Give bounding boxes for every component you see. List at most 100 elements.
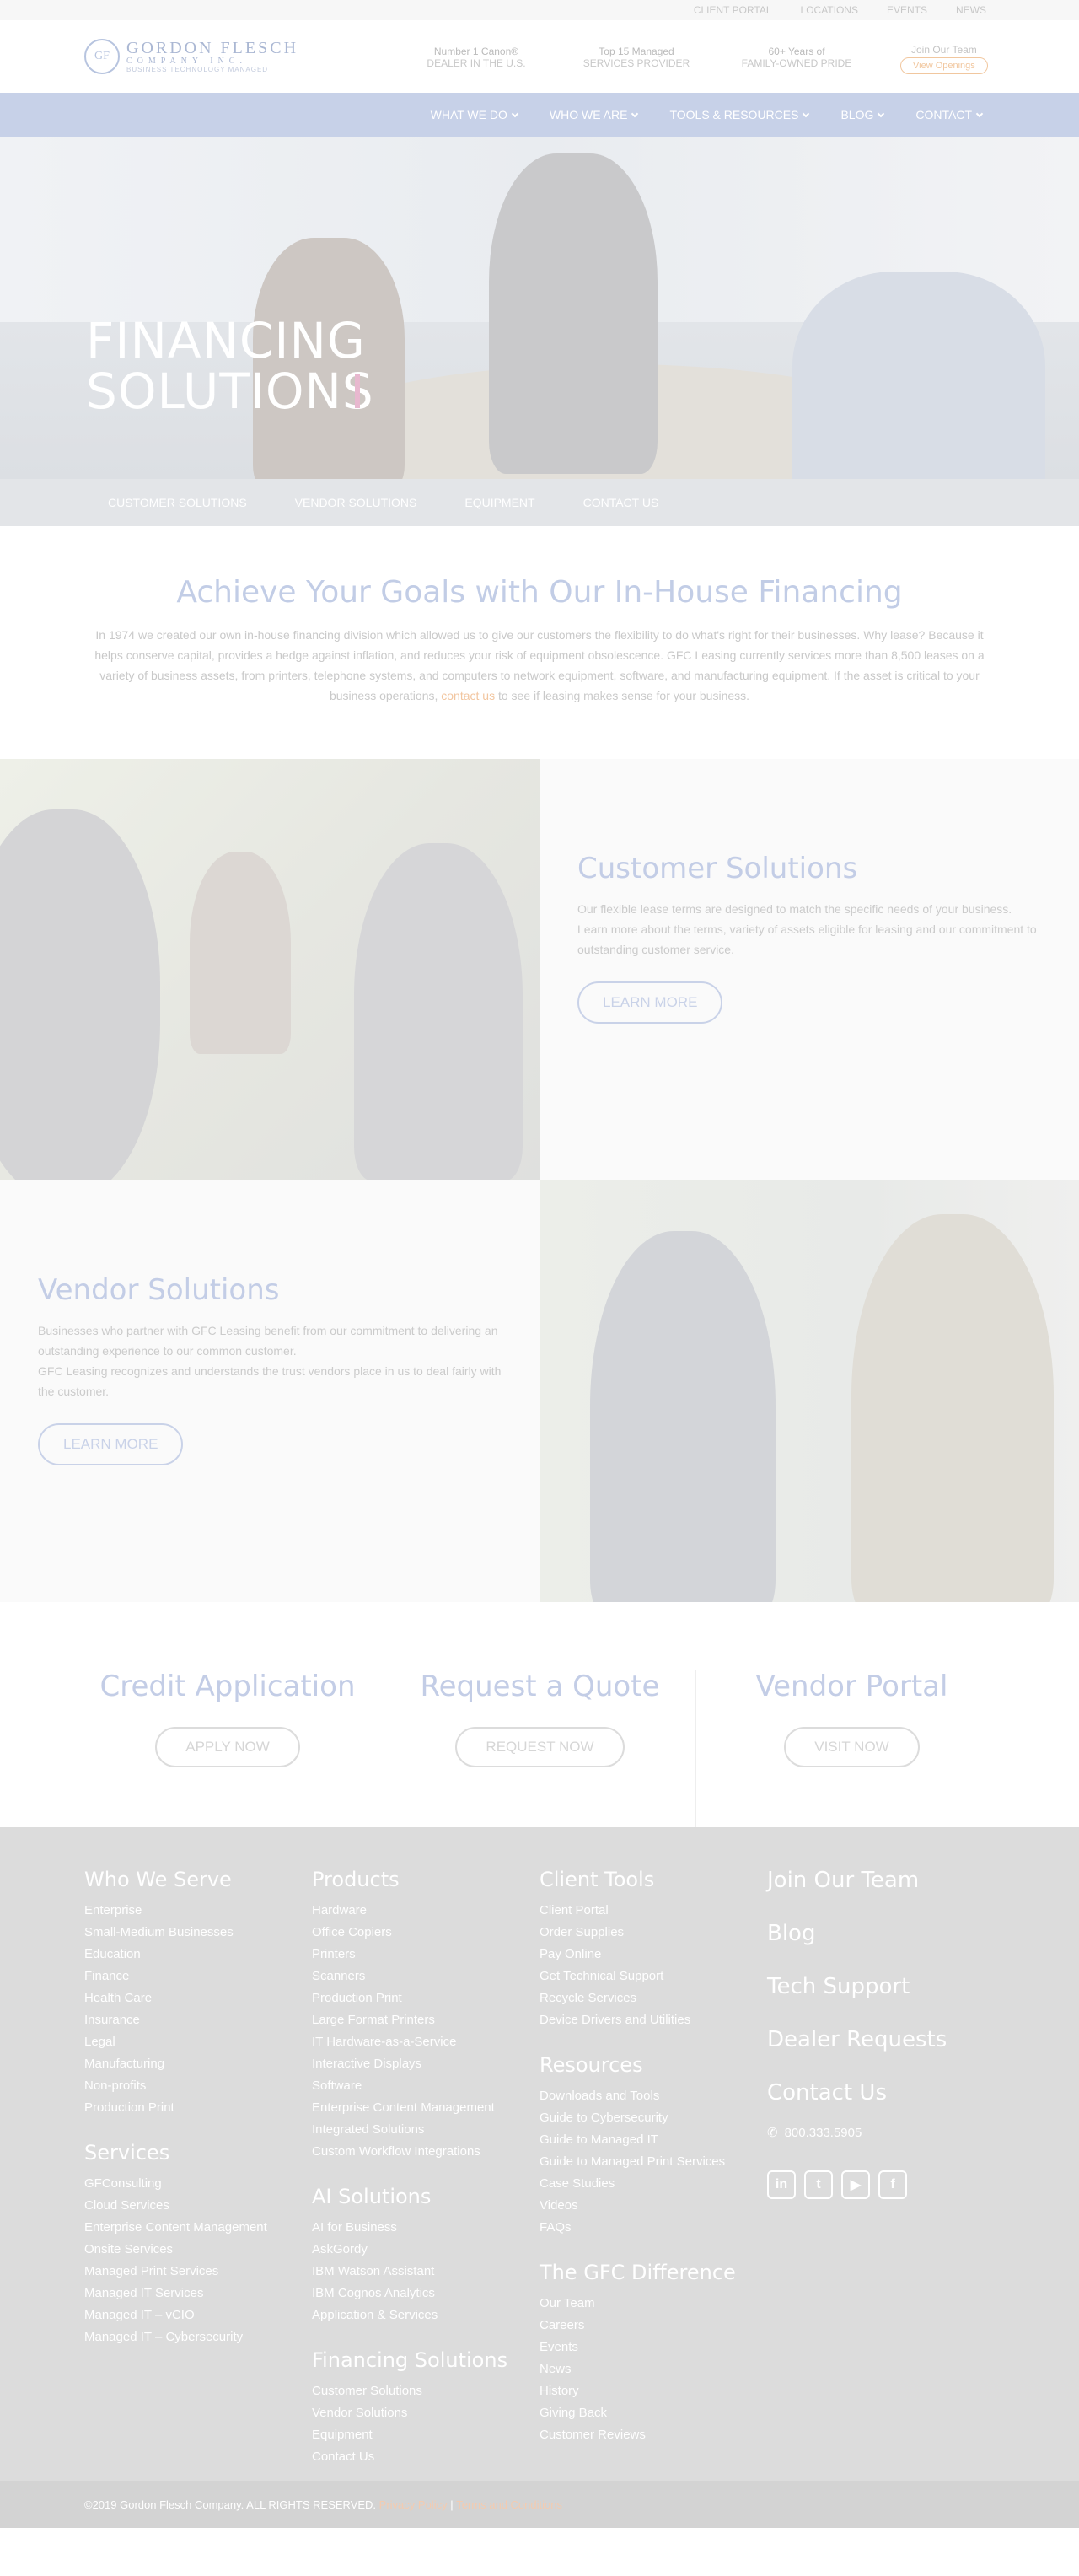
customer-learn-more-button[interactable]: LEARN MORE bbox=[577, 981, 723, 1024]
nav-label: WHO WE ARE bbox=[549, 108, 628, 121]
footer-link[interactable]: AskGordy bbox=[312, 2239, 527, 2261]
footer-join-our-team-link[interactable]: Join Our Team bbox=[767, 1868, 995, 1893]
footer-link[interactable]: GFConsulting bbox=[84, 2173, 299, 2195]
apply-now-button[interactable]: APPLY NOW bbox=[155, 1727, 300, 1767]
site-logo[interactable]: GF GORDON FLESCH COMPANY INC. BUSINESS T… bbox=[84, 39, 298, 74]
footer-link[interactable]: FAQs bbox=[540, 2217, 754, 2239]
footer-link[interactable]: Events bbox=[540, 2337, 754, 2358]
footer-link[interactable]: AI for Business bbox=[312, 2217, 527, 2239]
footer-link[interactable]: Onsite Services bbox=[84, 2239, 299, 2261]
footer-link[interactable]: Contact Us bbox=[312, 2446, 527, 2468]
footer-link[interactable]: Managed IT Services bbox=[84, 2283, 299, 2304]
footer-link[interactable]: Hardware bbox=[312, 1900, 527, 1922]
footer-link[interactable]: History bbox=[540, 2380, 754, 2402]
subnav-equipment[interactable]: EQUIPMENT bbox=[464, 496, 534, 509]
utility-link-events[interactable]: EVENTS bbox=[887, 4, 927, 16]
footer-link[interactable]: Guide to Managed Print Services bbox=[540, 2151, 754, 2173]
footer-link[interactable]: Downloads and Tools bbox=[540, 2085, 754, 2107]
linkedin-icon[interactable]: in bbox=[767, 2170, 796, 2199]
nav-blog[interactable]: BLOG bbox=[840, 108, 885, 121]
subnav-vendor-solutions[interactable]: VENDOR SOLUTIONS bbox=[295, 496, 417, 509]
intro-text-end: to see if leasing makes sense for your b… bbox=[497, 689, 750, 702]
youtube-icon[interactable]: ▶ bbox=[841, 2170, 870, 2199]
footer-link[interactable]: Software bbox=[312, 2075, 527, 2097]
footer-link[interactable]: Pay Online bbox=[540, 1944, 754, 1966]
vendor-learn-more-button[interactable]: LEARN MORE bbox=[38, 1423, 184, 1465]
footer-link[interactable]: Legal bbox=[84, 2031, 299, 2053]
footer-link[interactable]: Enterprise Content Management bbox=[312, 2097, 527, 2119]
footer-link[interactable]: Case Studies bbox=[540, 2173, 754, 2195]
nav-what-we-do[interactable]: WHAT WE DO bbox=[431, 108, 519, 121]
footer-link[interactable]: Cloud Services bbox=[84, 2195, 299, 2217]
footer-link[interactable]: Managed IT – vCIO bbox=[84, 2304, 299, 2326]
hero-person-man-standing bbox=[489, 153, 658, 474]
footer-link[interactable]: Client Portal bbox=[540, 1900, 754, 1922]
twitter-icon[interactable]: t bbox=[804, 2170, 833, 2199]
footer-phone[interactable]: ✆ 800.333.5905 bbox=[767, 2125, 995, 2141]
utility-link-client-portal[interactable]: CLIENT PORTAL bbox=[694, 4, 772, 16]
footer-link[interactable]: Integrated Solutions bbox=[312, 2119, 527, 2141]
footer-link[interactable]: Equipment bbox=[312, 2424, 527, 2446]
footer-link[interactable]: Get Technical Support bbox=[540, 1966, 754, 1987]
footer-link[interactable]: Finance bbox=[84, 1966, 299, 1987]
footer-link[interactable]: Our Team bbox=[540, 2293, 754, 2315]
contact-us-link[interactable]: contact us bbox=[441, 689, 495, 702]
terms-link[interactable]: Terms and Conditions bbox=[456, 2498, 562, 2511]
footer-link[interactable]: Vendor Solutions bbox=[312, 2402, 527, 2424]
utility-link-locations[interactable]: LOCATIONS bbox=[801, 4, 858, 16]
footer-link[interactable]: Enterprise bbox=[84, 1900, 299, 1922]
privacy-policy-link[interactable]: Privacy Policy bbox=[379, 2498, 448, 2511]
nav-who-we-are[interactable]: WHO WE ARE bbox=[549, 108, 639, 121]
hero-banner: FINANCING SOLUTIONS bbox=[0, 137, 1079, 479]
footer-link[interactable]: Videos bbox=[540, 2195, 754, 2217]
footer-link[interactable]: Customer Solutions bbox=[312, 2380, 527, 2402]
footer-link[interactable]: Education bbox=[84, 1944, 299, 1966]
footer-link[interactable]: Device Drivers and Utilities bbox=[540, 2009, 754, 2031]
footer-link[interactable]: Managed Print Services bbox=[84, 2261, 299, 2283]
footer-link[interactable]: Order Supplies bbox=[540, 1922, 754, 1944]
footer-link[interactable]: Application & Services bbox=[312, 2304, 527, 2326]
footer-link[interactable]: Custom Workflow Integrations bbox=[312, 2141, 527, 2163]
subnav-contact-us[interactable]: CONTACT US bbox=[583, 496, 659, 509]
footer-link[interactable]: Production Print bbox=[84, 2097, 299, 2119]
footer-link[interactable]: Health Care bbox=[84, 1987, 299, 2009]
footer-link[interactable]: Interactive Displays bbox=[312, 2053, 527, 2075]
footer-link[interactable]: Office Copiers bbox=[312, 1922, 527, 1944]
footer-link[interactable]: Giving Back bbox=[540, 2402, 754, 2424]
customer-solutions-image bbox=[0, 759, 540, 1180]
request-now-button[interactable]: REQUEST NOW bbox=[455, 1727, 625, 1767]
footer-link[interactable]: Scanners bbox=[312, 1966, 527, 1987]
visit-now-button[interactable]: VISIT NOW bbox=[784, 1727, 920, 1767]
nav-contact[interactable]: CONTACT bbox=[915, 108, 984, 121]
footer-heading-who-we-serve: Who We Serve bbox=[84, 1868, 232, 1891]
facebook-icon[interactable]: f bbox=[878, 2170, 907, 2199]
footer-dealer-requests-link[interactable]: Dealer Requests bbox=[767, 2027, 995, 2052]
footer-blog-link[interactable]: Blog bbox=[767, 1921, 995, 1946]
footer-link[interactable]: News bbox=[540, 2358, 754, 2380]
footer-link[interactable]: Guide to Cybersecurity bbox=[540, 2107, 754, 2129]
subnav-customer-solutions[interactable]: CUSTOMER SOLUTIONS bbox=[108, 496, 247, 509]
footer-link[interactable]: Non-profits bbox=[84, 2075, 299, 2097]
footer-link[interactable]: Guide to Managed IT bbox=[540, 2129, 754, 2151]
footer-contact-us-link[interactable]: Contact Us bbox=[767, 2080, 995, 2105]
hero-title: FINANCING SOLUTIONS bbox=[86, 315, 374, 417]
footer-link[interactable]: IT Hardware-as-a-Service bbox=[312, 2031, 527, 2053]
view-openings-button[interactable]: View Openings bbox=[900, 57, 988, 74]
utility-link-news[interactable]: NEWS bbox=[956, 4, 986, 16]
nav-tools-resources[interactable]: TOOLS & RESOURCES bbox=[669, 108, 810, 121]
footer-link[interactable]: Production Print bbox=[312, 1987, 527, 2009]
footer-tech-support-link[interactable]: Tech Support bbox=[767, 1974, 995, 1999]
footer-link[interactable]: Small-Medium Businesses bbox=[84, 1922, 299, 1944]
footer-link[interactable]: Large Format Printers bbox=[312, 2009, 527, 2031]
footer-link[interactable]: Managed IT – Cybersecurity bbox=[84, 2326, 299, 2348]
vendor-solutions-title: Vendor Solutions bbox=[38, 1273, 280, 1307]
footer-link[interactable]: Careers bbox=[540, 2315, 754, 2337]
footer-link[interactable]: IBM Watson Assistant bbox=[312, 2261, 527, 2283]
footer-link[interactable]: Recycle Services bbox=[540, 1987, 754, 2009]
footer-link[interactable]: Insurance bbox=[84, 2009, 299, 2031]
footer-link[interactable]: Manufacturing bbox=[84, 2053, 299, 2075]
footer-link[interactable]: Customer Reviews bbox=[540, 2424, 754, 2446]
footer-link[interactable]: Printers bbox=[312, 1944, 527, 1966]
footer-link[interactable]: Enterprise Content Management bbox=[84, 2217, 299, 2239]
footer-link[interactable]: IBM Cognos Analytics bbox=[312, 2283, 527, 2304]
